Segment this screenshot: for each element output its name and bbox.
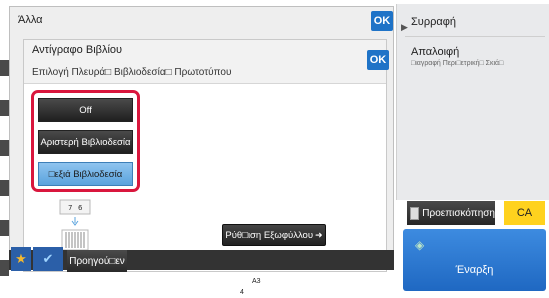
ok-button[interactable]: OK (367, 50, 389, 70)
tray-number: 4 (240, 289, 244, 296)
dialog-title: Αντίγραφο Βιβλίου (32, 44, 123, 56)
cover-settings-button[interactable]: Ρύθ□ιση Εξωφύλλου ➜ (222, 224, 326, 246)
dialog-title: Άλλα (18, 14, 43, 26)
checkmark-icon[interactable]: ✔ (33, 247, 63, 271)
start-button[interactable]: ◈ Έναρξη (403, 229, 546, 291)
divider (405, 36, 545, 37)
side-tab[interactable] (0, 100, 9, 116)
paper-size: A3 (252, 278, 261, 285)
erase-item-sub: □ιαγραφή Περι□ετρική□ Σκιά□ (411, 60, 504, 67)
dialog-subtitle: Επιλογή Πλευρά□ Βιβλιοδεσία□ Πρωτοτύπου (32, 67, 232, 78)
ok-button[interactable]: OK (371, 11, 393, 31)
arrow-right-icon: ➜ (315, 229, 323, 240)
start-diamond-icon: ◈ (415, 238, 425, 252)
binding-options: Off Αριστερή Βιβλιοδεσία □εξιά Βιβλιοδεσ… (31, 90, 140, 192)
previous-button[interactable]: Προηγού□εν (67, 250, 127, 272)
preview-icon (410, 206, 420, 220)
book-page-left: 7 (68, 204, 72, 212)
book-page-right: 6 (78, 204, 83, 212)
option-off[interactable]: Off (38, 98, 133, 122)
book-binding-icon: 7 6 (59, 199, 91, 251)
book-copy-dialog: Αντίγραφο Βιβλίου Επιλογή Πλευρά□ Βιβλιο… (23, 39, 389, 272)
right-panel: ▶ Συρραφή Απαλοιφή □ιαγραφή Περι□ετρική□… (396, 4, 549, 200)
clear-all-button[interactable]: CA (504, 201, 545, 225)
copier-screen: ▶ Συρραφή Απαλοιφή □ιαγραφή Περι□ετρική□… (0, 0, 549, 298)
erase-item[interactable]: Απαλοιφή (411, 46, 459, 58)
dialog-header: Αντίγραφο Βιβλίου Επιλογή Πλευρά□ Βιβλιο… (24, 40, 389, 84)
staple-item[interactable]: Συρραφή (411, 16, 456, 28)
side-tab[interactable] (0, 140, 9, 156)
side-tabs (0, 60, 9, 290)
side-tab[interactable] (0, 180, 9, 196)
preview-label: Προεπισκόπηση (422, 207, 495, 219)
cover-settings-label: Ρύθ□ιση Εξωφύλλου (225, 229, 314, 241)
side-tab[interactable] (0, 220, 9, 236)
option-left-binding[interactable]: Αριστερή Βιβλιοδεσία (38, 130, 133, 154)
side-tab[interactable] (0, 260, 9, 276)
side-tab[interactable] (0, 60, 9, 76)
preview-button[interactable]: Προεπισκόπηση (407, 201, 495, 225)
favorite-star-icon[interactable]: ★ (11, 247, 31, 271)
option-right-binding[interactable]: □εξιά Βιβλιοδεσία (38, 162, 133, 186)
play-arrow-icon: ▶ (401, 22, 408, 32)
start-label: Έναρξη (455, 264, 494, 276)
